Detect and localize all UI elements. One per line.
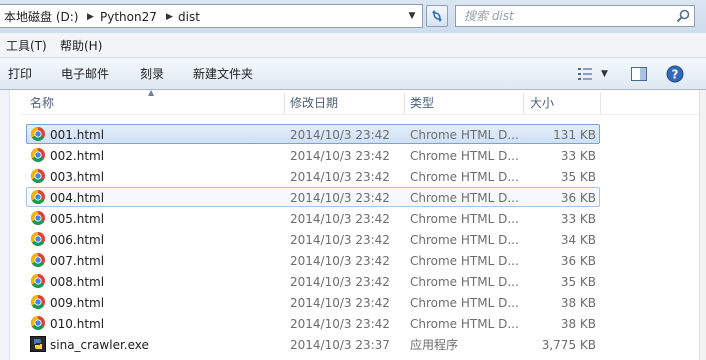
file-row[interactable]: 009.html 2014/10/3 23:42 Chrome HTML D... 3… (26, 292, 600, 312)
file-row[interactable]: sina_crawler.exe 2014/10/3 23:37 应用程序 3,775… (26, 334, 600, 354)
column-divider[interactable] (284, 92, 285, 114)
chrome-icon (31, 295, 45, 309)
column-header-modified[interactable]: 修改日期 (290, 96, 338, 116)
address-bar-row: 本地磁盘 (D:) ▶ Python27 ▶ dist ▼ (0, 0, 706, 33)
file-name: 003.html (50, 170, 105, 184)
menu-help[interactable]: 帮助(H) (58, 38, 104, 54)
file-date: 2014/10/3 23:42 (290, 275, 390, 289)
file-date: 2014/10/3 23:37 (290, 338, 390, 352)
breadcrumb-python27[interactable]: Python27 (100, 9, 157, 25)
burn-button[interactable]: 刻录 (140, 66, 164, 82)
file-size: 3,775 KB (541, 338, 596, 352)
file-size: 33 KB (560, 149, 596, 163)
svg-text:?: ? (672, 68, 679, 82)
vertical-scrollbar[interactable] (699, 90, 706, 360)
refresh-button[interactable] (426, 5, 448, 27)
file-row[interactable]: 006.html 2014/10/3 23:42 Chrome HTML D... 3… (26, 229, 600, 249)
command-toolbar: 打印 电子邮件 刻录 新建文件夹 ▼ ? (0, 58, 706, 90)
file-name: 008.html (50, 275, 105, 289)
file-row[interactable]: 005.html 2014/10/3 23:42 Chrome HTML D... 3… (26, 208, 600, 228)
search-input[interactable] (464, 8, 664, 24)
file-row[interactable]: 010.html 2014/10/3 23:42 Chrome HTML D... 3… (26, 313, 600, 333)
file-name: 010.html (50, 317, 105, 331)
file-size: 36 KB (560, 254, 596, 268)
file-list-pane: ▲ 名称 修改日期 类型 大小 001.html 2014/10/3 23:42 C… (0, 88, 706, 360)
file-row[interactable]: 007.html 2014/10/3 23:42 Chrome HTML D... 3… (26, 250, 600, 270)
email-button[interactable]: 电子邮件 (61, 66, 109, 82)
column-divider[interactable] (523, 92, 524, 114)
file-name: 002.html (50, 149, 105, 163)
print-button[interactable]: 打印 (8, 66, 32, 82)
chrome-icon (31, 274, 45, 288)
refresh-icon (432, 10, 442, 22)
file-size: 35 KB (560, 170, 596, 184)
python-exe-icon (30, 336, 46, 352)
preview-pane-icon[interactable] (629, 64, 649, 84)
breadcrumb-separator-icon[interactable]: ▶ (166, 9, 173, 25)
file-name: 004.html (50, 191, 105, 205)
column-header-size[interactable]: 大小 (530, 96, 554, 116)
chrome-icon (31, 169, 45, 183)
column-divider[interactable] (404, 92, 405, 114)
file-date: 2014/10/3 23:42 (290, 233, 390, 247)
chrome-icon (31, 211, 45, 225)
file-name: sina_crawler.exe (50, 338, 149, 352)
chrome-icon (31, 148, 45, 162)
view-options-dropdown-icon[interactable]: ▼ (601, 66, 608, 82)
file-date: 2014/10/3 23:42 (290, 128, 390, 142)
address-history-dropdown-icon[interactable]: ▼ (404, 8, 420, 24)
file-name: 001.html (50, 128, 105, 142)
file-size: 33 KB (560, 212, 596, 226)
file-row[interactable]: 008.html 2014/10/3 23:42 Chrome HTML D... 3… (26, 271, 600, 291)
file-name: 006.html (50, 233, 105, 247)
file-date: 2014/10/3 23:42 (290, 254, 390, 268)
file-row[interactable]: 003.html 2014/10/3 23:42 Chrome HTML D... 3… (26, 166, 600, 186)
file-name: 007.html (50, 254, 105, 268)
sort-ascending-icon: ▲ (148, 88, 155, 97)
file-date: 2014/10/3 23:42 (290, 212, 390, 226)
new-folder-button[interactable]: 新建文件夹 (193, 66, 253, 82)
navigation-pane-edge (0, 90, 10, 360)
chrome-icon (31, 190, 45, 204)
column-header-name[interactable]: 名称 (30, 96, 54, 116)
file-date: 2014/10/3 23:42 (290, 170, 390, 184)
file-name: 005.html (50, 212, 105, 226)
file-date: 2014/10/3 23:42 (290, 317, 390, 331)
file-row[interactable]: 002.html 2014/10/3 23:42 Chrome HTML D... 3… (26, 145, 600, 165)
file-name: 009.html (50, 296, 105, 310)
breadcrumb-dist[interactable]: dist (178, 9, 200, 25)
search-box[interactable] (455, 5, 695, 27)
menu-bar: 工具(T) 帮助(H) (0, 33, 706, 58)
file-size: 35 KB (560, 275, 596, 289)
chrome-icon (31, 232, 45, 246)
file-size: 131 KB (553, 128, 596, 142)
help-icon[interactable]: ? (665, 64, 685, 84)
file-size: 36 KB (560, 191, 596, 205)
chrome-icon (31, 127, 45, 141)
view-options-icon[interactable] (576, 64, 596, 84)
file-size: 34 KB (560, 233, 596, 247)
file-size: 38 KB (560, 317, 596, 331)
file-size: 38 KB (560, 296, 596, 310)
file-date: 2014/10/3 23:42 (290, 149, 390, 163)
breadcrumb-separator-icon[interactable]: ▶ (87, 9, 94, 25)
breadcrumb-drive[interactable]: 本地磁盘 (D:) (4, 9, 78, 25)
chrome-icon (31, 253, 45, 267)
header-divider (20, 114, 700, 115)
search-icon[interactable] (675, 8, 691, 24)
file-row[interactable]: 001.html 2014/10/3 23:42 Chrome HTML D... 1… (26, 124, 600, 144)
chrome-icon (31, 316, 45, 330)
address-bar[interactable]: 本地磁盘 (D:) ▶ Python27 ▶ dist ▼ (0, 4, 423, 28)
file-row[interactable]: 004.html 2014/10/3 23:42 Chrome HTML D... 3… (26, 187, 600, 207)
file-date: 2014/10/3 23:42 (290, 296, 390, 310)
column-divider[interactable] (600, 92, 601, 114)
column-header-type[interactable]: 类型 (410, 96, 434, 116)
file-date: 2014/10/3 23:42 (290, 191, 390, 205)
menu-tools[interactable]: 工具(T) (4, 38, 49, 54)
